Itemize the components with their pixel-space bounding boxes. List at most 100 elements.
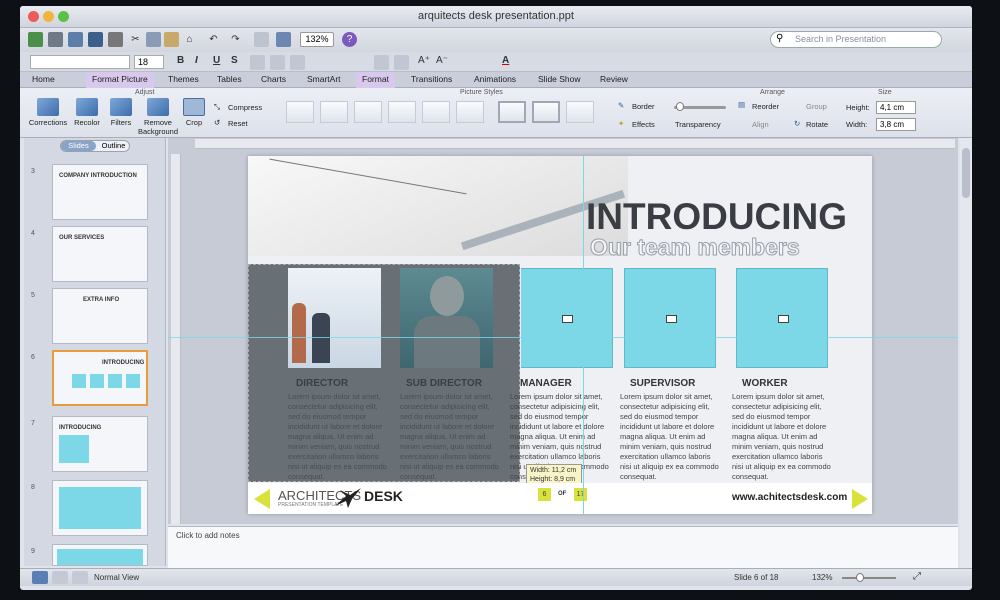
remove-background-button[interactable]: Remove Background [138, 98, 178, 136]
align-center-icon[interactable] [270, 55, 285, 70]
slide-thumbnail-7[interactable]: INTRODUCING [52, 416, 148, 472]
bold-button[interactable]: B [177, 55, 184, 66]
tab-review[interactable]: Review [600, 74, 628, 84]
format-painter-icon[interactable]: ⌂ [182, 32, 197, 47]
tab-smartart[interactable]: SmartArt [307, 74, 341, 84]
role-description[interactable]: Lorem ipsum dolor sit amet, consectetur … [732, 392, 832, 482]
slide-layout-icon[interactable] [254, 32, 269, 47]
rotate-button[interactable]: Rotate [806, 120, 828, 129]
height-field[interactable]: 4,1 cm [876, 101, 916, 114]
role-title[interactable]: SUPERVISOR [630, 378, 735, 389]
reset-button[interactable]: Reset [228, 119, 248, 128]
paste-icon[interactable] [164, 32, 179, 47]
undo-icon[interactable]: ↶ [206, 32, 221, 47]
font-color-icon[interactable]: A [502, 55, 509, 66]
align-button[interactable]: Align [752, 120, 769, 129]
group-button[interactable]: Group [806, 102, 827, 111]
font-size-field[interactable]: 18 [134, 55, 164, 69]
slide-sorter-icon[interactable] [52, 571, 68, 584]
crop-button[interactable]: Crop [180, 98, 208, 127]
templates-icon[interactable] [48, 32, 63, 47]
recolor-button[interactable]: Recolor [70, 98, 104, 127]
picture-style-4[interactable] [388, 101, 416, 123]
underline-button[interactable]: U [213, 55, 220, 66]
help-icon[interactable]: ? [342, 32, 357, 47]
picture-style-8[interactable] [532, 101, 560, 123]
tab-animations[interactable]: Animations [474, 74, 516, 84]
print-icon[interactable] [108, 32, 123, 47]
picture-style-5[interactable] [422, 101, 450, 123]
tab-format-picture[interactable]: Format Picture [86, 72, 154, 88]
notes-placeholder[interactable]: Click to add notes [176, 531, 240, 540]
tab-transitions[interactable]: Transitions [411, 74, 452, 84]
align-left-icon[interactable] [250, 55, 265, 70]
slide-thumbnail-8[interactable] [52, 480, 148, 536]
tab-slide-show[interactable]: Slide Show [538, 74, 581, 84]
align-right-icon[interactable] [290, 55, 305, 70]
role-title[interactable]: WORKER [742, 378, 847, 389]
search-input[interactable]: Search in Presentation [770, 31, 942, 48]
worker-photo-placeholder[interactable] [736, 268, 828, 368]
reorder-button[interactable]: Reorder [752, 102, 779, 111]
role-description[interactable]: Lorem ipsum dolor sit amet, consectetur … [400, 392, 500, 482]
tab-tables[interactable]: Tables [217, 74, 242, 84]
redo-icon[interactable]: ↷ [228, 32, 243, 47]
new-icon[interactable] [28, 32, 43, 47]
zoom-slider[interactable] [842, 577, 896, 579]
role-title[interactable]: SUB DIRECTOR [406, 378, 511, 389]
picture-style-7[interactable] [498, 101, 526, 123]
copy-icon[interactable] [146, 32, 161, 47]
cut-icon[interactable]: ✂ [128, 32, 143, 47]
decrease-font-icon[interactable]: A⁻ [436, 55, 448, 66]
italic-button[interactable]: I [195, 55, 198, 66]
tab-outline[interactable]: Outline [96, 141, 131, 151]
save-icon[interactable] [88, 32, 103, 47]
role-title[interactable]: MANAGER [520, 378, 625, 389]
effects-button[interactable]: Effects [632, 120, 655, 129]
sub-director-photo[interactable] [400, 268, 493, 368]
width-field[interactable]: 3,8 cm [876, 118, 916, 131]
corrections-button[interactable]: Corrections [28, 98, 68, 127]
slide-thumbnail-9[interactable] [52, 544, 148, 566]
bullets-icon[interactable] [374, 55, 389, 70]
current-slide[interactable]: INTRODUCING Our team members DIRECTOR Lo… [248, 156, 872, 514]
supervisor-photo-placeholder[interactable] [624, 268, 716, 368]
fit-window-icon[interactable]: ⤢ [913, 571, 921, 582]
role-description[interactable]: Lorem ipsum dolor sit amet, consectetur … [288, 392, 388, 482]
increase-font-icon[interactable]: A⁺ [418, 55, 430, 66]
role-title[interactable]: DIRECTOR [296, 378, 401, 389]
director-photo[interactable] [288, 268, 381, 368]
picture-style-6[interactable] [456, 101, 484, 123]
shadow-button[interactable]: S [231, 55, 238, 66]
normal-view-icon[interactable] [32, 571, 48, 584]
picture-style-3[interactable] [354, 101, 382, 123]
slide-subheading[interactable]: Our team members [590, 234, 801, 261]
tab-slides[interactable]: Slides [61, 141, 96, 151]
transparency-slider-thumb[interactable] [676, 102, 684, 111]
scroll-thumb[interactable] [962, 148, 970, 198]
media-icon[interactable] [276, 32, 291, 47]
slide-thumbnail-4[interactable]: OUR SERVICES [52, 226, 148, 282]
open-icon[interactable] [68, 32, 83, 47]
border-button[interactable]: Border [632, 102, 655, 111]
picture-style-9[interactable] [566, 101, 594, 123]
tab-home[interactable]: Home [32, 74, 55, 84]
tab-themes[interactable]: Themes [168, 74, 199, 84]
notes-pane[interactable]: Click to add notes [168, 526, 958, 568]
numbering-icon[interactable] [394, 55, 409, 70]
role-description[interactable]: Lorem ipsum dolor sit amet, consectetur … [620, 392, 720, 482]
filters-button[interactable]: Filters [106, 98, 136, 127]
picture-style-2[interactable] [320, 101, 348, 123]
tab-charts[interactable]: Charts [261, 74, 286, 84]
slide-thumbnail-5[interactable]: EXTRA INFO [52, 288, 148, 344]
slide-thumbnail-6[interactable]: INTRODUCING [52, 350, 148, 406]
font-name-field[interactable] [30, 55, 130, 69]
slide-thumbnail-3[interactable]: COMPANY INTRODUCTION [52, 164, 148, 220]
compress-button[interactable]: Compress [228, 103, 262, 112]
zoom-slider-thumb[interactable] [856, 573, 864, 582]
slide-heading[interactable]: INTRODUCING [586, 196, 847, 238]
notes-view-icon[interactable] [72, 571, 88, 584]
zoom-select[interactable]: 132% [300, 32, 334, 47]
vertical-scrollbar[interactable] [960, 138, 972, 568]
manager-photo-placeholder[interactable] [521, 268, 613, 368]
